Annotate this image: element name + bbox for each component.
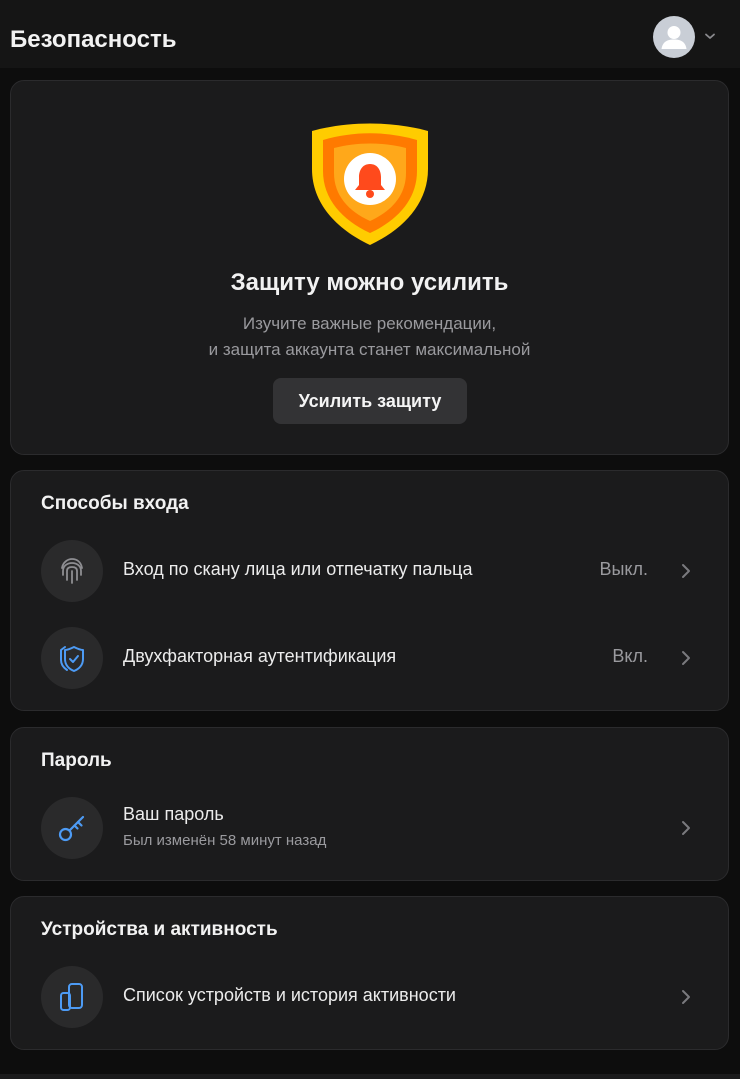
row-label: Двухфакторная аутентификация [123,646,397,666]
row-icon-container [41,966,103,1028]
fingerprint-icon [61,558,83,584]
row-icon-container [41,540,103,602]
status-value: Выкл. [599,559,648,579]
user-icon [661,26,687,49]
bottom-divider [0,1074,740,1079]
security-status-card: Защиту можно усилить Изучите важные реко… [10,80,729,455]
chevron-right-icon [682,651,690,665]
section-title: Устройства и активность [41,919,278,940]
two-factor-shield-icon [60,646,84,672]
row-label: Вход по скану лица или отпечатку пальца [123,559,473,579]
row-icon-container [41,627,103,689]
hero-description: Изучите важные рекомендации, и защита ак… [11,311,728,363]
list-item-your-password[interactable]: Ваш пароль Был изменён 58 минут назад [11,792,728,864]
avatar[interactable] [653,16,695,58]
chevron-right-icon [682,990,690,1004]
chevron-right-icon [682,564,690,578]
devices-card: Устройства и активность Список устройств… [10,896,729,1050]
list-item-devices-history[interactable]: Список устройств и история активности [11,961,728,1033]
row-label: Список устройств и история активности [123,985,456,1005]
chevron-right-icon [682,821,690,835]
section-title: Способы входа [41,493,189,514]
password-card: Пароль Ваш пароль Был изменён 58 минут н… [10,727,729,881]
row-sublabel: Был изменён 58 минут назад [123,832,327,849]
hero-description-line: и защита аккаунта станет максимальной [208,340,531,359]
shield-bell-icon [312,123,428,245]
list-item-biometric-login[interactable]: Вход по скану лица или отпечатку пальца … [11,535,728,607]
status-value: Вкл. [612,646,648,666]
page-title: Безопасность [10,26,177,53]
chevron-down-icon[interactable] [703,31,717,41]
hero-description-line: Изучите важные рекомендации, [242,314,497,333]
top-bar: Безопасность [0,0,740,68]
strengthen-protection-button[interactable]: Усилить защиту [273,378,467,424]
row-icon-container [41,797,103,859]
key-icon [58,815,85,842]
hero-title: Защиту можно усилить [230,269,509,296]
list-item-two-factor[interactable]: Двухфакторная аутентификация Вкл. [11,622,728,694]
login-methods-card: Способы входа Вход по скану лица или отп… [10,470,729,711]
row-label: Ваш пароль [123,804,224,824]
devices-icon [60,983,83,1011]
section-title: Пароль [41,750,112,771]
